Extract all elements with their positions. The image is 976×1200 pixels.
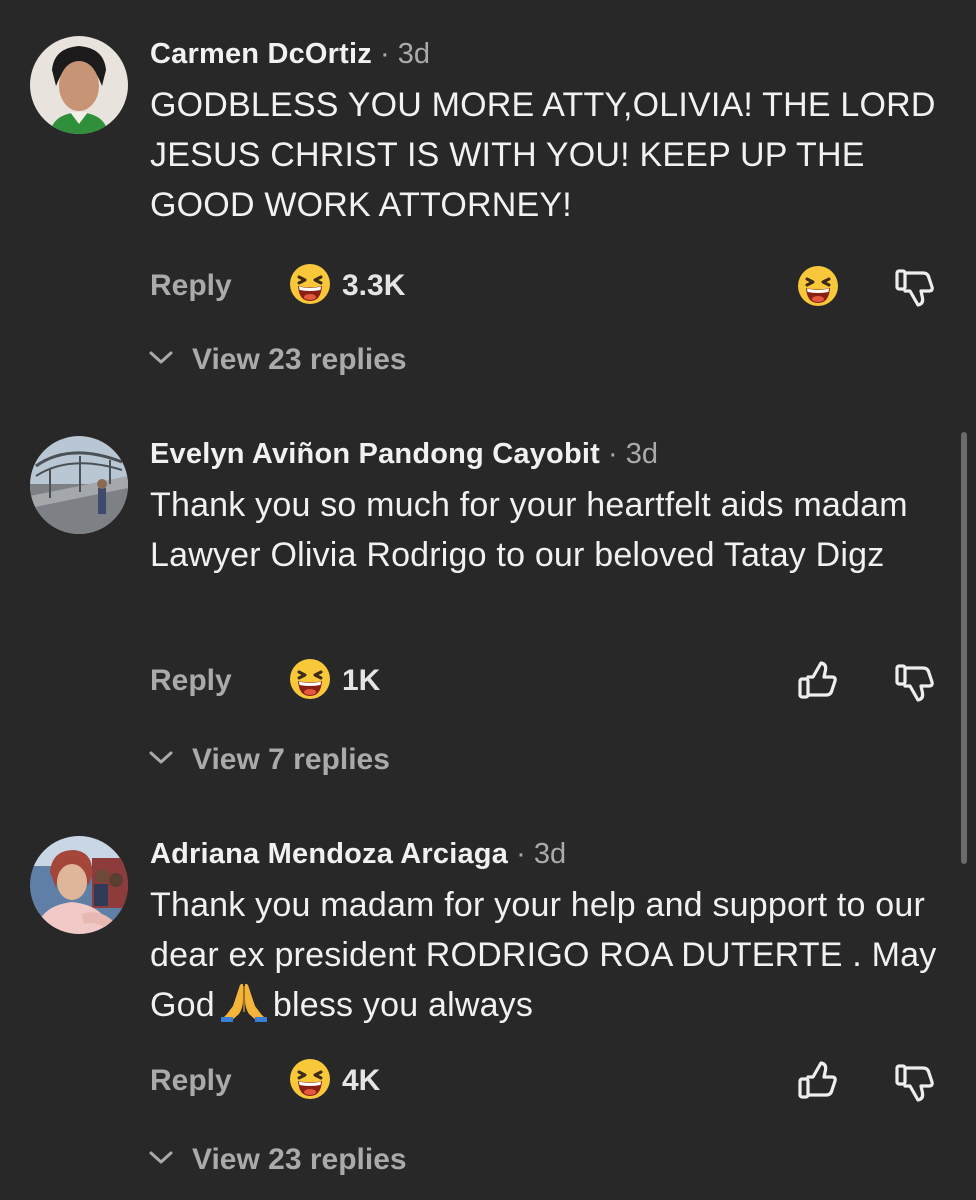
view-replies-button[interactable]: View 23 replies xyxy=(148,1140,407,1180)
chevron-down-icon xyxy=(148,750,174,771)
thumbs-down-outline-icon[interactable] xyxy=(893,1060,937,1109)
avatar[interactable] xyxy=(30,36,128,134)
view-replies-button[interactable]: View 23 replies xyxy=(148,340,407,380)
grinning-squinting-face-icon[interactable] xyxy=(796,264,840,313)
grinning-squinting-face-icon xyxy=(288,1057,332,1106)
view-replies-label: View 23 replies xyxy=(192,1143,407,1176)
chevron-down-icon xyxy=(148,350,174,371)
comment-timestamp: · 3d xyxy=(599,438,659,470)
chevron-down-icon xyxy=(148,1150,174,1171)
reply-button[interactable]: Reply xyxy=(150,1064,232,1098)
view-replies-label: View 23 replies xyxy=(192,343,407,376)
grinning-squinting-face-icon xyxy=(288,262,332,311)
author-line: Evelyn Aviñon Pandong Cayobit · 3d xyxy=(150,436,658,472)
comment-actions: Reply 4K xyxy=(0,1056,976,1106)
author-line: Carmen DcOrtiz · 3d xyxy=(150,36,430,72)
author-name[interactable]: Evelyn Aviñon Pandong Cayobit xyxy=(150,438,600,470)
comment-text: GODBLESS YOU MORE ATTY,OLIVIA! THE LORD … xyxy=(150,86,936,224)
folded-hands-icon xyxy=(220,980,267,1036)
thumbs-up-outline-icon[interactable] xyxy=(796,1059,840,1108)
reply-button[interactable]: Reply xyxy=(150,269,232,303)
author-name[interactable]: Adriana Mendoza Arciaga xyxy=(150,838,508,870)
grinning-squinting-face-icon xyxy=(288,657,332,706)
comment-text-part: bless you always xyxy=(272,986,534,1024)
comment-timestamp: · 3d xyxy=(508,838,567,870)
reaction-count: 1K xyxy=(342,664,381,697)
thumbs-up-outline-icon[interactable] xyxy=(796,659,840,708)
view-replies-label: View 7 replies xyxy=(192,743,390,776)
reaction-summary[interactable]: 4K xyxy=(288,1056,380,1106)
reply-button[interactable]: Reply xyxy=(150,664,232,698)
avatar[interactable] xyxy=(30,836,128,934)
comment-timestamp: · 3d xyxy=(371,38,431,70)
view-replies-button[interactable]: View 7 replies xyxy=(148,740,390,780)
author-line: Adriana Mendoza Arciaga · 3d xyxy=(150,836,566,872)
comment-text: Thank you so much for your heartfelt aid… xyxy=(150,486,908,574)
author-name[interactable]: Carmen DcOrtiz xyxy=(150,38,372,70)
comment-text: Thank you madam for your help and suppor… xyxy=(150,880,940,1036)
comment-actions: Reply 1K xyxy=(0,656,976,706)
reaction-count: 4K xyxy=(342,1064,381,1097)
reaction-count: 3.3K xyxy=(342,269,406,302)
comment-actions: Reply 3.3K xyxy=(0,261,976,311)
reaction-summary[interactable]: 1K xyxy=(288,656,380,706)
comment-text-part: Thank you madam for your help and suppor… xyxy=(150,886,937,1024)
thumbs-down-outline-icon[interactable] xyxy=(893,265,937,314)
reaction-summary[interactable]: 3.3K xyxy=(288,261,405,311)
avatar[interactable] xyxy=(30,436,128,534)
scrollbar[interactable] xyxy=(961,432,967,864)
thumbs-down-outline-icon[interactable] xyxy=(893,660,937,709)
